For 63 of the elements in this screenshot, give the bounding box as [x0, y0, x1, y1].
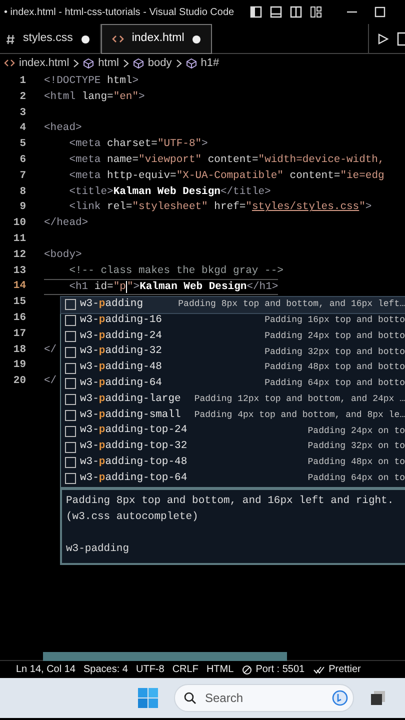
- breadcrumb-item[interactable]: index.html: [4, 54, 70, 72]
- line-number: 1: [18, 74, 26, 89]
- code-line: <h1 id="p">Kalman Web Design</h1>: [44, 279, 278, 296]
- suggestion-item[interactable]: w3-padding-top-64 Padding 64px on to: [61, 470, 405, 487]
- line-number: 20: [12, 374, 26, 390]
- code-line: <head>: [44, 121, 82, 136]
- line-number: 13: [12, 264, 26, 279]
- status-item[interactable]: Spaces: 4: [84, 662, 128, 677]
- line-number: 17: [12, 326, 26, 342]
- line-number: 12: [12, 248, 26, 263]
- code-line: <html lang="en">: [44, 90, 145, 105]
- suggestion-item[interactable]: w3-padding-48 Padding 48px top and botto: [61, 360, 405, 376]
- suggestion-item[interactable]: w3-padding-top-32 Padding 32px on to: [61, 439, 405, 455]
- code-line: <meta http-equiv="X-UA-Compatible" content="ie=edg: [68, 168, 384, 184]
- suggestion-item[interactable]: w3-padding-top-48 Padding 48px on to: [61, 454, 405, 471]
- line-number: 7: [18, 168, 26, 184]
- line-number: 11: [12, 232, 26, 247]
- suggestion-item[interactable]: w3-padding-64 Padding 64px top and botto: [61, 376, 405, 392]
- status-item[interactable]: UTF-8: [136, 662, 164, 677]
- search-field[interactable]: Search: [174, 684, 354, 712]
- breadcrumb-item[interactable]: body: [132, 54, 172, 72]
- line-number: 14: [12, 279, 26, 294]
- line-number: 18: [12, 342, 26, 358]
- code-line: </head>: [44, 216, 88, 232]
- line-number: 10: [12, 216, 26, 232]
- line-number: 15: [12, 295, 26, 310]
- breadcrumb-item[interactable]: h1#: [186, 54, 220, 72]
- suggestion-item[interactable]: w3-padding-large Padding 12px top and bottom, and 24px …: [61, 392, 405, 408]
- status-item[interactable]: Prettier: [312, 662, 361, 677]
- line-number: 8: [18, 184, 26, 200]
- detail-description: Padding 8px top and bottom, and 16px left and right.: [66, 494, 395, 509]
- line-number: 6: [18, 152, 26, 168]
- line-number: 9: [18, 200, 26, 216]
- breadcrumb-item[interactable]: html: [83, 54, 119, 72]
- suggestion-item[interactable]: w3-padding Padding 8px top and bottom, and 16px left…: [61, 297, 405, 313]
- window-title: • index.html - html-css-tutorials - Visual Studio Code: [4, 6, 234, 20]
- suggestion-item[interactable]: w3-padding-32 Padding 32px top and botto: [61, 344, 405, 360]
- code-line: </: [44, 342, 57, 358]
- code-line: </: [44, 374, 57, 390]
- code-line: <meta name="viewport" content="width=device-width,: [68, 152, 384, 168]
- code-line: <title>Kalman Web Design</title>: [68, 184, 271, 200]
- code-line: <body>: [44, 248, 82, 263]
- editor-tab[interactable]: index.html: [100, 24, 212, 54]
- line-number: 3: [18, 106, 26, 121]
- detail-source: (w3.css autocomplete): [66, 510, 200, 525]
- line-number: 2: [18, 90, 26, 105]
- code-line: <link rel="stylesheet" href="styles/styles.css">: [68, 200, 372, 216]
- status-item[interactable]: CRLF: [172, 662, 198, 677]
- line-number: 19: [12, 358, 26, 374]
- status-item[interactable]: HTML: [206, 662, 234, 677]
- line-number: 16: [12, 310, 26, 326]
- suggestion-item[interactable]: w3-padding-small Padding 4px top and bottom, and 8px le…: [61, 408, 405, 424]
- suggestion-item[interactable]: w3-padding-top-24 Padding 24px on to: [61, 423, 405, 440]
- suggestion-item[interactable]: w3-padding-16 Padding 16px top and botto: [61, 312, 405, 329]
- code-line: <!-- class makes the bkgd gray -->: [68, 264, 284, 279]
- code-line: <meta charset="UTF-8">: [68, 137, 208, 152]
- detail-name: w3-padding: [66, 542, 130, 557]
- status-item[interactable]: Ln 14, Col 14: [16, 662, 76, 677]
- code-line: <!DOCTYPE html>: [44, 74, 139, 89]
- line-number: 5: [18, 137, 26, 152]
- line-number: 4: [18, 121, 26, 136]
- suggestion-item[interactable]: w3-padding-24 Padding 24px top and botto: [61, 328, 405, 344]
- status-item[interactable]: Port : 5501: [242, 662, 305, 677]
